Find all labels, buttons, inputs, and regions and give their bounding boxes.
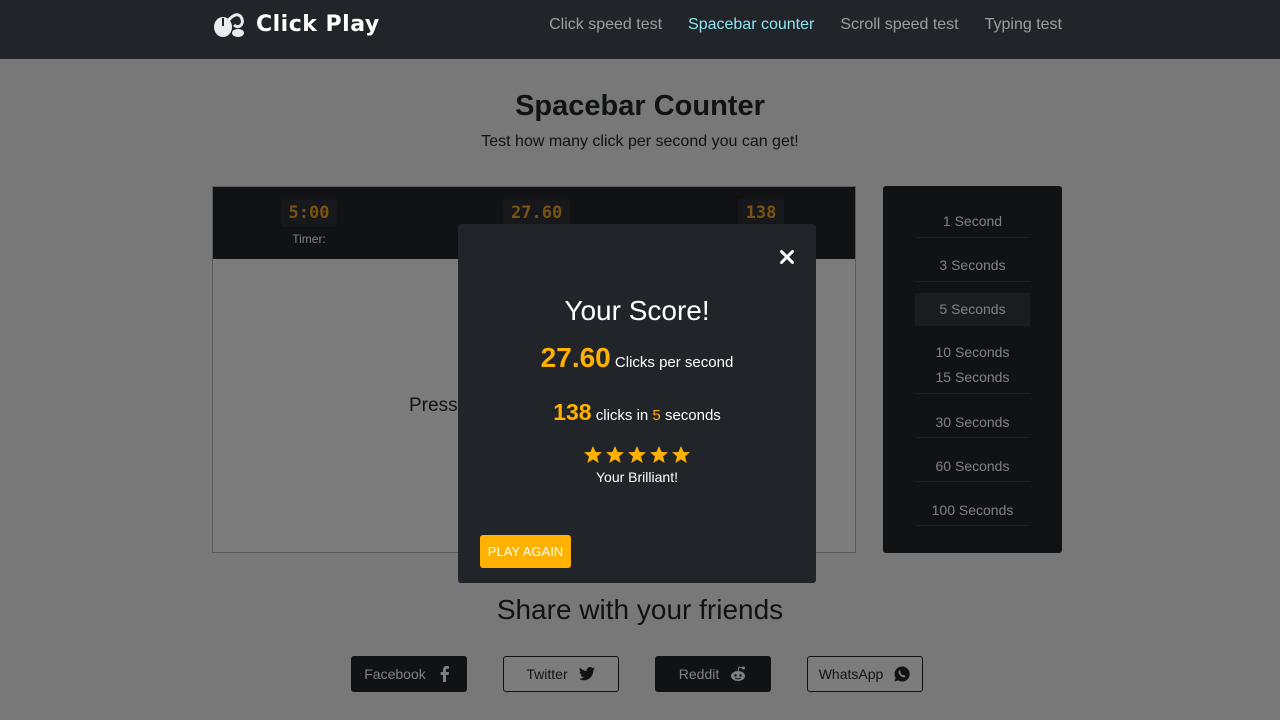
star-rating <box>458 445 816 465</box>
navbar: Click Play Click speed test Spacebar cou… <box>0 0 1280 59</box>
cps-result-value: 27.60 <box>540 342 611 373</box>
clicks-result-value: 138 <box>553 399 592 425</box>
nav-link-click-speed-test[interactable]: Click speed test <box>549 16 662 34</box>
score-title: Your Score! <box>564 295 710 326</box>
play-again-button[interactable]: PLAY AGAIN <box>480 535 571 568</box>
score-modal: Your Score! 27.60 Clicks per second 138 … <box>458 224 816 583</box>
clicks-in-label: clicks in <box>595 407 649 424</box>
cps-result: 27.60 Clicks per second <box>458 342 816 374</box>
star-icon <box>628 446 646 463</box>
brand-logo[interactable]: Click Play <box>212 9 380 39</box>
rating-text: Your Brilliant! <box>596 469 678 485</box>
mouse-icon <box>214 13 244 37</box>
close-icon <box>780 250 794 264</box>
star-icon <box>650 446 668 463</box>
seconds-label: seconds <box>664 407 721 424</box>
star-icon <box>584 446 602 463</box>
nav-link-scroll-speed-test[interactable]: Scroll speed test <box>840 16 958 34</box>
clicks-result: 138 clicks in 5 seconds <box>458 399 816 426</box>
star-icon <box>672 446 690 463</box>
cps-result-label: Clicks per second <box>614 354 734 371</box>
nav-links: Click speed test Spacebar counter Scroll… <box>549 16 1062 34</box>
star-icon <box>606 446 624 463</box>
seconds-value: 5 <box>652 407 661 424</box>
brand-name: Click Play <box>256 11 380 37</box>
nav-link-spacebar-counter[interactable]: Spacebar counter <box>688 16 814 34</box>
close-button[interactable] <box>778 248 796 266</box>
nav-link-typing-test[interactable]: Typing test <box>985 16 1062 34</box>
